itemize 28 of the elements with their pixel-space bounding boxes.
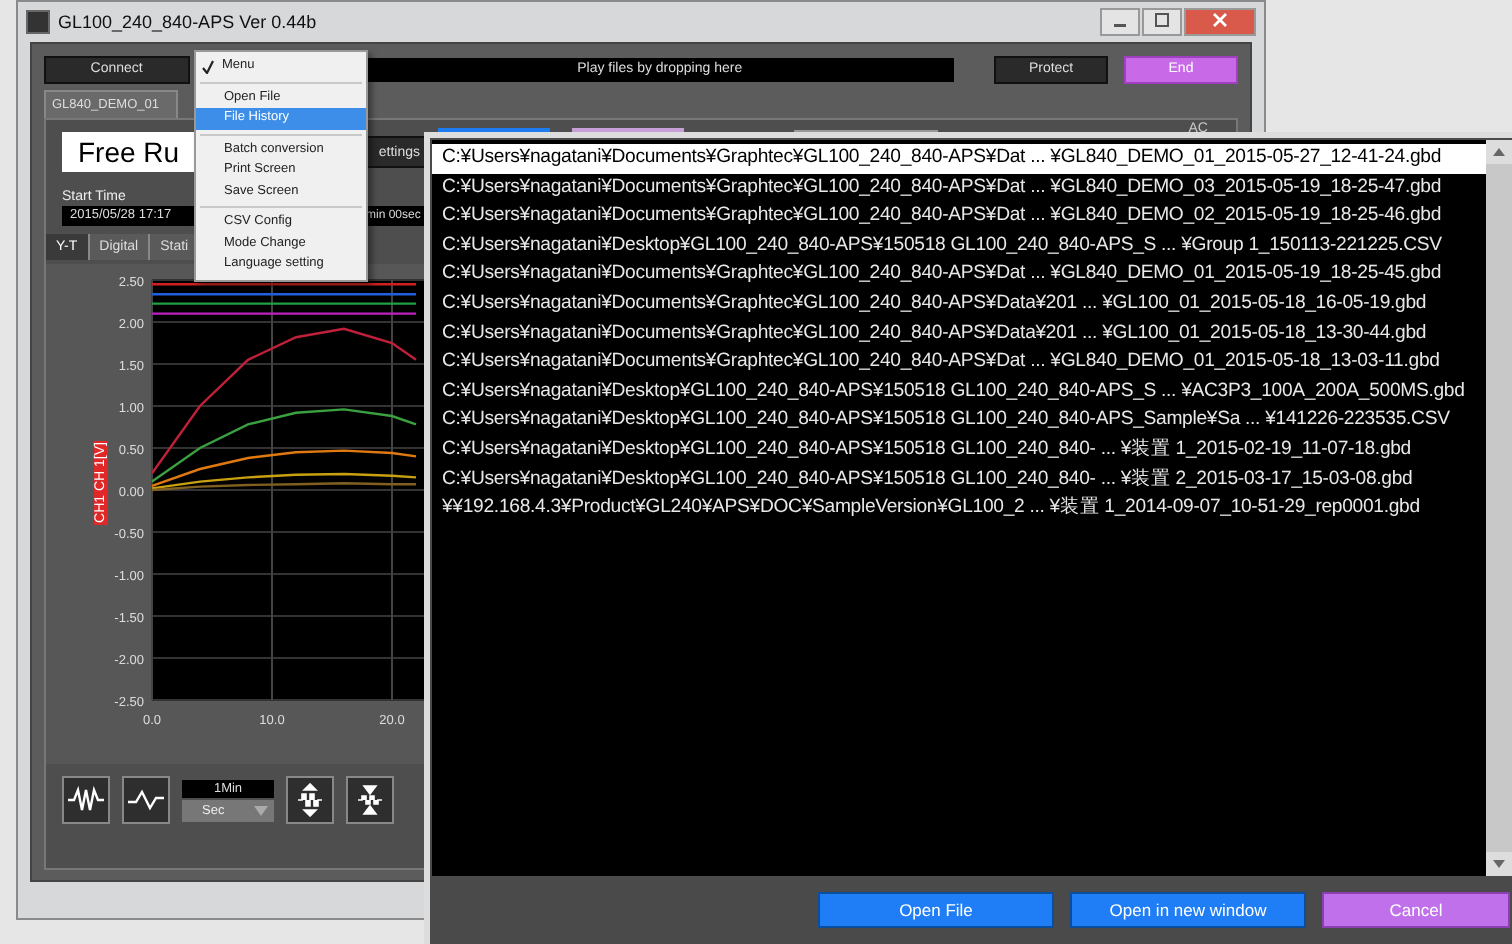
app-icon [26,10,50,34]
file-path-item[interactable]: C:¥Users¥nagatani¥Documents¥Graphtec¥GL100_240_840-APS¥Data¥201 ... ¥GL100_01_2015-05-18_16-05-19.gbd [432,289,1486,320]
file-path-item[interactable]: C:¥Users¥nagatani¥Documents¥Graphtec¥GL100_240_840-APS¥Dat ... ¥GL840_DEMO_02_2015-05-19_18-25-46.gbd [432,202,1486,232]
window-title: GL100_240_840-APS Ver 0.44b [58,12,317,32]
dropdown-arrow-icon [254,805,268,815]
file-path-item[interactable]: C:¥Users¥nagatani¥Documents¥Graphtec¥GL100_240_840-APS¥Dat ... ¥GL840_DEMO_01_2015-05-19_18-25-45.gbd [432,260,1486,290]
file-path-item[interactable]: C:¥Users¥nagatani¥Desktop¥GL100_240_840-APS¥150518 GL100_240_840-APS_S ... ¥Group 1_150113-221225.CSV [432,231,1486,261]
wave-zoom-out-icon[interactable] [122,776,170,824]
close-button[interactable] [1184,8,1256,36]
minimize-button[interactable] [1100,8,1140,36]
maximize-icon [1154,12,1170,28]
shrink-vertical-icon[interactable] [346,776,394,824]
file-path-item[interactable]: C:¥Users¥nagatani¥Documents¥Graphtec¥GL100_240_840-APS¥Dat ... ¥GL840_DEMO_03_2015-05-19_18-25-47.gbd [432,173,1486,203]
file-path-item[interactable]: C:¥Users¥nagatani¥Desktop¥GL100_240_840-APS¥150518 GL100_240_840- ... ¥装置 1_2015-02-19_11-07-18.gbd [432,435,1486,466]
file-path-item[interactable]: C:¥Users¥nagatani¥Documents¥Graphtec¥GL100_240_840-APS¥Dat ... ¥GL840_DEMO_01_2015-05-27_12-41-24.gbd [432,144,1486,174]
file-path-item[interactable]: C:¥Users¥nagatani¥Desktop¥GL100_240_840-APS¥150518 GL100_240_840-APS_S ... ¥AC3P3_100A_200A_500MS.gbd [432,377,1486,407]
file-path-item[interactable]: C:¥Users¥nagatani¥Desktop¥GL100_240_840-APS¥150518 GL100_240_840-APS_Sample¥Sa ... ¥141226-223535.CSV [432,406,1486,436]
close-icon [1212,12,1228,28]
dialog-button[interactable]: Open in new window [1070,892,1306,928]
maximize-button[interactable] [1142,8,1182,36]
file-path-item[interactable]: ¥¥192.168.4.3¥Product¥GL240¥APS¥DOC¥SampleVersion¥GL100_2 ... ¥装置 1_2014-09-07_10-51-29_rep0001.gbd [432,494,1486,524]
file-path-item[interactable]: C:¥Users¥nagatani¥Documents¥Graphtec¥GL100_240_840-APS¥Dat ... ¥GL840_DEMO_01_2015-05-18_13-03-11.gbd [432,348,1486,378]
file-path-item[interactable]: C:¥Users¥nagatani¥Documents¥Graphtec¥GL100_240_840-APS¥Data¥201 ... ¥GL100_01_2015-05-18_13-30-44.gbd [432,319,1486,349]
scrollbar[interactable] [1486,140,1512,876]
file-path-item[interactable]: C:¥Users¥nagatani¥Desktop¥GL100_240_840-APS¥150518 GL100_240_840- ... ¥装置 2_2015-03-17_15-03-08.gbd [432,465,1486,495]
wave-zoom-in-icon[interactable] [62,776,110,824]
dialog-button[interactable]: Open File [818,892,1054,928]
expand-vertical-icon[interactable] [286,776,334,824]
